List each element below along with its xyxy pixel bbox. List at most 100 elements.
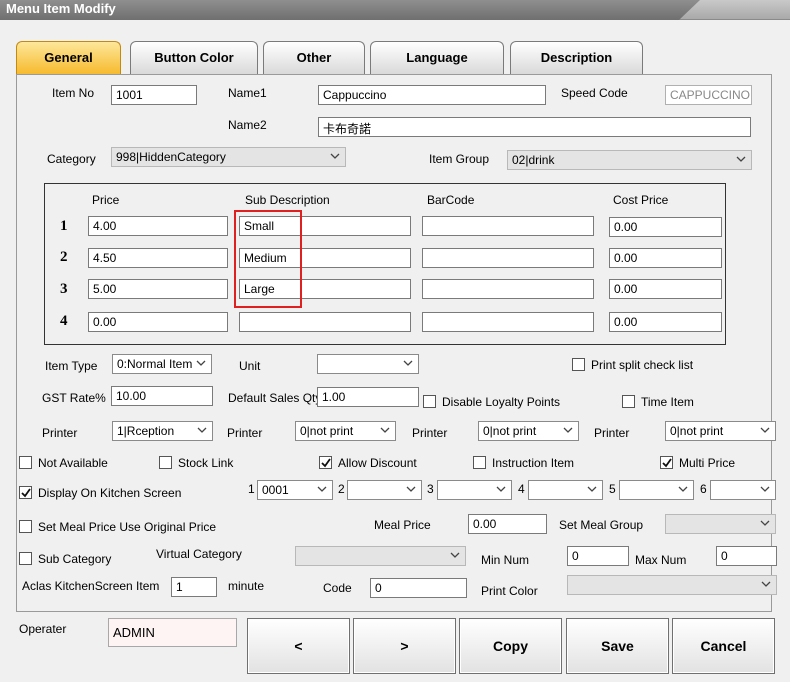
- speed-code-label: Speed Code: [561, 86, 628, 100]
- printer-4-select[interactable]: 0|not print: [665, 421, 776, 441]
- check-icon: [662, 458, 672, 468]
- barcode-input[interactable]: [422, 216, 594, 236]
- printer-1-value: 1|Rception: [117, 424, 175, 438]
- item-type-select[interactable]: 0:Normal Item: [112, 354, 212, 374]
- printer-4-value: 0|not print: [670, 424, 724, 438]
- aclas-input[interactable]: 1: [171, 577, 217, 597]
- barcode-input[interactable]: [422, 279, 594, 299]
- price-input[interactable]: 4.00: [88, 216, 228, 236]
- time-item-checkbox[interactable]: [622, 395, 635, 408]
- gst-input[interactable]: 10.00: [111, 386, 213, 406]
- not-available-checkbox[interactable]: [19, 456, 32, 469]
- kitchen-number: 2: [338, 482, 345, 496]
- chevron-down-icon: [760, 427, 770, 433]
- tab-other[interactable]: Other: [263, 41, 365, 75]
- meal-price-input[interactable]: 0.00: [468, 514, 547, 534]
- printer-label: Printer: [594, 426, 630, 440]
- kitchen-3-select[interactable]: [437, 480, 512, 500]
- next-button[interactable]: >: [353, 618, 456, 674]
- tab-general[interactable]: General: [16, 41, 121, 75]
- gst-label: GST Rate%: [42, 391, 106, 405]
- time-item-label: Time Item: [641, 395, 694, 409]
- code-label: Code: [323, 581, 352, 595]
- set-meal-group-label: Set Meal Group: [559, 518, 644, 532]
- set-meal-original-checkbox[interactable]: [19, 520, 32, 533]
- price-input[interactable]: 0.00: [88, 312, 228, 332]
- cost-price-input[interactable]: 0.00: [609, 217, 722, 237]
- item-no-label: Item No: [52, 86, 95, 100]
- item-no-input[interactable]: 1001: [111, 85, 197, 105]
- kitchen-number: 5: [609, 482, 616, 496]
- tab-button-color[interactable]: Button Color: [130, 41, 258, 75]
- code-input[interactable]: 0: [370, 578, 467, 598]
- category-select[interactable]: 998|HiddenCategory: [111, 147, 346, 167]
- chevron-down-icon: [450, 552, 460, 558]
- operator-input[interactable]: ADMIN: [108, 618, 237, 647]
- cancel-button[interactable]: Cancel: [672, 618, 775, 674]
- tab-description[interactable]: Description: [510, 41, 643, 75]
- stock-link-label: Stock Link: [178, 456, 234, 470]
- tab-language[interactable]: Language: [370, 41, 504, 75]
- category-value: 998|HiddenCategory: [116, 150, 226, 164]
- printer-3-value: 0|not print: [483, 424, 537, 438]
- sub-category-checkbox[interactable]: [19, 552, 32, 565]
- barcode-input[interactable]: [422, 312, 594, 332]
- printer-1-select[interactable]: 1|Rception: [112, 421, 213, 441]
- kitchen-4-select[interactable]: [528, 480, 603, 500]
- window-title: Menu Item Modify: [6, 1, 116, 16]
- default-qty-label: Default Sales Qty: [228, 391, 322, 405]
- disable-loyalty-checkbox[interactable]: [423, 395, 436, 408]
- kitchen-number: 3: [427, 482, 434, 496]
- stock-link-checkbox[interactable]: [159, 456, 172, 469]
- kitchen-1-value: 0001: [262, 483, 289, 497]
- chevron-down-icon: [496, 486, 506, 492]
- chevron-down-icon: [380, 427, 390, 433]
- cost-price-input[interactable]: 0.00: [609, 248, 722, 268]
- barcode-input[interactable]: [422, 248, 594, 268]
- save-button[interactable]: Save: [566, 618, 669, 674]
- kitchen-number: 1: [248, 482, 255, 496]
- chevron-down-icon: [678, 486, 688, 492]
- speed-code-input[interactable]: CAPPUCCINO: [665, 85, 752, 105]
- max-num-input[interactable]: 0: [716, 546, 777, 566]
- printer-2-select[interactable]: 0|not print: [295, 421, 396, 441]
- sub-description-input[interactable]: [239, 312, 411, 332]
- default-qty-input[interactable]: 1.00: [317, 387, 419, 407]
- display-kitchen-label: Display On Kitchen Screen: [38, 486, 182, 500]
- unit-select[interactable]: [317, 354, 419, 374]
- printer-3-select[interactable]: 0|not print: [478, 421, 579, 441]
- min-num-input[interactable]: 0: [567, 546, 629, 566]
- name2-input[interactable]: 卡布奇諾: [318, 117, 751, 137]
- copy-button[interactable]: Copy: [459, 618, 562, 674]
- kitchen-6-select[interactable]: [710, 480, 776, 500]
- cost-price-input[interactable]: 0.00: [609, 312, 722, 332]
- row-number: 1: [60, 218, 68, 234]
- multi-price-checkbox[interactable]: [660, 456, 673, 469]
- item-group-select[interactable]: 02|drink: [507, 150, 752, 170]
- print-split-checkbox[interactable]: [572, 358, 585, 371]
- instruction-item-checkbox[interactable]: [473, 456, 486, 469]
- not-available-label: Not Available: [38, 456, 108, 470]
- kitchen-2-select[interactable]: [347, 480, 422, 500]
- display-kitchen-checkbox[interactable]: [19, 486, 32, 499]
- name1-input[interactable]: Cappuccino: [318, 85, 546, 105]
- item-group-value: 02|drink: [512, 153, 555, 167]
- print-color-select[interactable]: [567, 575, 777, 595]
- cost-price-input[interactable]: 0.00: [609, 279, 722, 299]
- price-input[interactable]: 5.00: [88, 279, 228, 299]
- set-meal-group-select[interactable]: [665, 514, 776, 534]
- chevron-down-icon: [403, 360, 413, 366]
- min-num-label: Min Num: [481, 553, 530, 567]
- instruction-item-label: Instruction Item: [492, 456, 575, 470]
- name1-label: Name1: [228, 86, 267, 100]
- allow-discount-checkbox[interactable]: [319, 456, 332, 469]
- kitchen-5-select[interactable]: [619, 480, 694, 500]
- check-icon: [21, 488, 31, 498]
- previous-button[interactable]: <: [247, 618, 350, 674]
- virtual-category-select[interactable]: [295, 546, 466, 566]
- price-input[interactable]: 4.50: [88, 248, 228, 268]
- kitchen-1-select[interactable]: 0001: [257, 480, 333, 500]
- printer-label: Printer: [227, 426, 263, 440]
- chevron-down-icon: [587, 486, 597, 492]
- set-meal-original-label: Set Meal Price Use Original Price: [38, 520, 217, 534]
